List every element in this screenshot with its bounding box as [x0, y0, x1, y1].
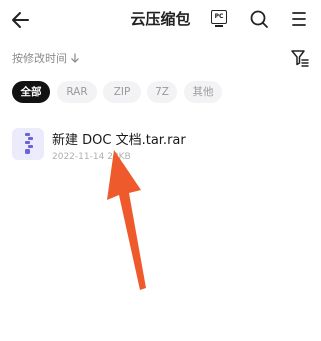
- page-title: 云压缩包: [130, 10, 191, 28]
- arrow-down-icon: [71, 53, 79, 63]
- zipper-icon: [25, 133, 33, 154]
- sort-selector[interactable]: 按修改时间: [12, 50, 80, 66]
- sort-label: 按修改时间: [12, 52, 67, 65]
- pc-transfer-button[interactable]: PC: [209, 8, 231, 30]
- chip-rar[interactable]: RAR: [57, 81, 97, 103]
- menu-icon: [292, 12, 306, 26]
- chip-all[interactable]: 全部: [12, 81, 50, 103]
- pc-icon: PC: [211, 10, 227, 24]
- more-menu-button[interactable]: [288, 8, 310, 30]
- chip-zip[interactable]: ZIP: [103, 81, 141, 103]
- file-size: 28KB: [107, 152, 131, 162]
- file-name[interactable]: 新建 DOC 文档.tar.rar: [52, 129, 186, 148]
- pc-stand: [215, 25, 223, 27]
- file-meta: 2022-11-14 28KB: [52, 152, 131, 162]
- search-button[interactable]: [248, 8, 270, 30]
- file-date: 2022-11-14: [52, 152, 105, 162]
- filter-button[interactable]: [290, 48, 310, 68]
- search-icon: [250, 10, 268, 28]
- archive-file-icon[interactable]: [12, 128, 44, 160]
- chip-other[interactable]: 其他: [184, 81, 222, 103]
- filter-icon: [291, 50, 309, 67]
- arrow-shape: [107, 150, 146, 290]
- chip-7z[interactable]: 7Z: [147, 81, 177, 103]
